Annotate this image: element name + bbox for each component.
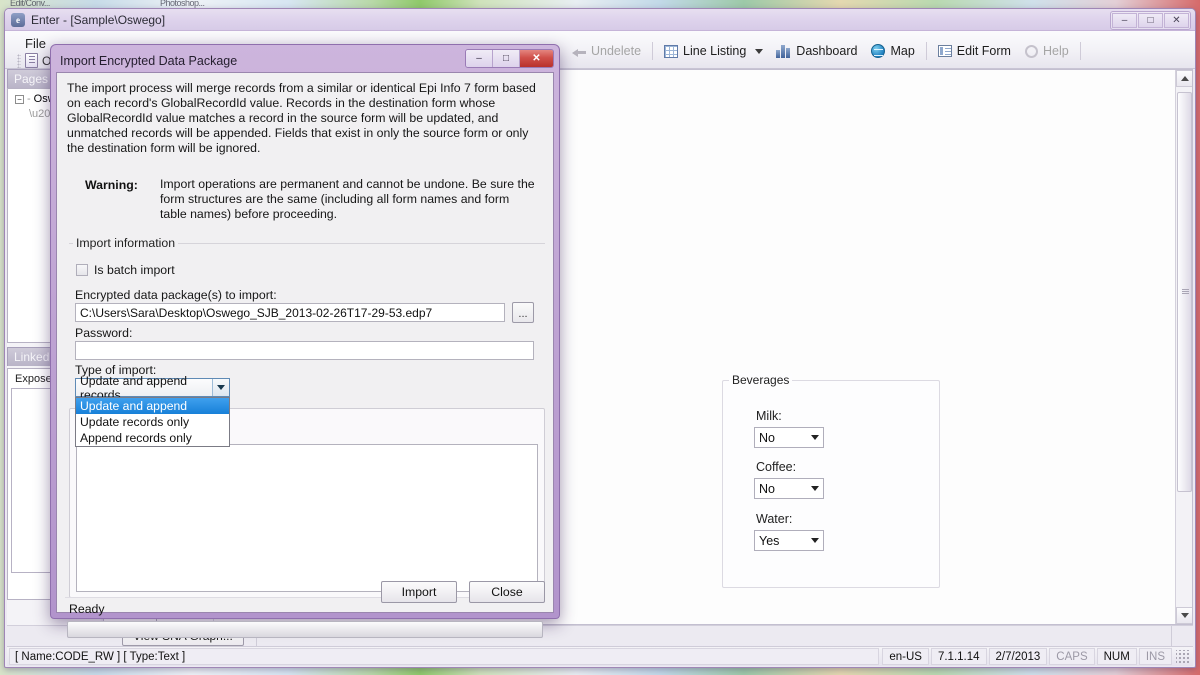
scrollbar-grip-icon bbox=[1182, 289, 1189, 295]
dropdown-option-1[interactable]: Update records only bbox=[76, 414, 229, 430]
toolbar-edit-form[interactable]: Edit Form bbox=[931, 41, 1018, 61]
toolbar-help[interactable]: Help bbox=[1018, 41, 1076, 61]
chevron-down-icon bbox=[811, 486, 819, 491]
dialog-status-text: Ready bbox=[69, 602, 105, 616]
dropdown-option-2[interactable]: Append records only bbox=[76, 430, 229, 446]
dialog-button-row: Import Close bbox=[381, 581, 545, 603]
dialog-window-controls: – □ ✕ bbox=[465, 49, 554, 68]
bottom-cell-2 bbox=[1171, 625, 1193, 646]
resize-grip-icon[interactable] bbox=[1176, 649, 1190, 664]
dialog-title: Import Encrypted Data Package bbox=[60, 54, 238, 68]
toolbar-map[interactable]: Map bbox=[864, 41, 921, 61]
drag-grip-icon bbox=[17, 53, 21, 68]
bar-chart-icon bbox=[776, 44, 791, 58]
toolbar-separator-2 bbox=[925, 42, 927, 60]
dialog-description: The import process will merge records fr… bbox=[67, 81, 536, 155]
combo-water-value: Yes bbox=[759, 533, 780, 548]
type-of-import-combobox[interactable]: Update and append records bbox=[75, 374, 230, 402]
toolbar-line-listing[interactable]: Line Listing bbox=[657, 41, 753, 61]
package-path-label: Encrypted data package(s) to import: bbox=[75, 288, 277, 302]
warning-label: Warning: bbox=[85, 178, 138, 192]
results-textbox[interactable] bbox=[76, 444, 538, 592]
status-ins: INS bbox=[1138, 648, 1172, 665]
password-input[interactable] bbox=[75, 341, 534, 360]
app-window-controls: – □ ✕ bbox=[1110, 11, 1191, 30]
status-field-info: [ Name:CODE_RW ] [ Type:Text ] bbox=[9, 648, 880, 665]
beverages-title: Beverages bbox=[729, 373, 793, 387]
chevron-down-icon[interactable] bbox=[212, 379, 229, 396]
scroll-up-button[interactable] bbox=[1176, 70, 1192, 87]
status-caps: CAPS bbox=[1049, 648, 1095, 665]
toolbar-map-label: Map bbox=[890, 44, 915, 58]
password-label: Password: bbox=[75, 326, 133, 340]
combo-coffee[interactable]: No bbox=[754, 478, 824, 499]
beverages-group: Beverages Milk: No Coffee: No Water: Yes bbox=[722, 373, 940, 588]
toolbar-undelete[interactable]: Undelete bbox=[565, 41, 648, 61]
chevron-down-icon[interactable] bbox=[755, 48, 764, 54]
app-window-title: Enter - [Sample\Oswego] bbox=[31, 12, 166, 27]
toolbar-separator-3 bbox=[1079, 42, 1081, 60]
dialog-maximize-button[interactable]: □ bbox=[493, 50, 520, 67]
help-icon bbox=[1024, 44, 1038, 58]
package-path-input[interactable]: C:\Users\Sara\Desktop\Oswego_SJB_2013-02… bbox=[75, 303, 505, 322]
import-encrypted-data-package-dialog: Import Encrypted Data Package – □ ✕ The … bbox=[50, 44, 560, 638]
app-title-bar: e Enter - [Sample\Oswego] – □ ✕ bbox=[5, 9, 1195, 31]
dialog-title-bar: Import Encrypted Data Package – □ ✕ bbox=[56, 49, 554, 72]
label-milk: Milk: bbox=[756, 409, 782, 423]
status-num: NUM bbox=[1096, 648, 1137, 665]
caret-down-icon bbox=[1180, 613, 1189, 618]
is-batch-import-checkbox[interactable]: Is batch import bbox=[76, 263, 175, 277]
label-coffee: Coffee: bbox=[756, 460, 797, 474]
scroll-down-button[interactable] bbox=[1176, 607, 1192, 624]
globe-icon bbox=[871, 44, 886, 58]
toolbar-dashboard-label: Dashboard bbox=[796, 44, 858, 58]
taskbar-item-1[interactable]: Photoshop... bbox=[160, 0, 205, 8]
tree-connector: - bbox=[27, 93, 31, 105]
chevron-down-icon bbox=[811, 435, 819, 440]
dropdown-option-0[interactable]: Update and append records bbox=[76, 398, 229, 427]
status-locale: en-US bbox=[882, 648, 929, 665]
open-file-icon bbox=[25, 53, 38, 68]
dialog-close-action-button[interactable]: Close bbox=[469, 581, 545, 603]
type-of-import-dropdown-list[interactable]: Update and append records Update records… bbox=[75, 397, 230, 447]
undelete-icon bbox=[572, 45, 586, 57]
taskbar-item-0[interactable]: Edit/Conv... bbox=[10, 0, 50, 8]
app-maximize-button[interactable]: □ bbox=[1138, 13, 1163, 28]
toolbar-actions: Undelete Line Listing Dashboard Map Edit… bbox=[565, 39, 1189, 63]
import-information-title: Import information bbox=[73, 236, 179, 250]
combo-coffee-value: No bbox=[759, 481, 775, 496]
combo-milk[interactable]: No bbox=[754, 427, 824, 448]
combo-milk-value: No bbox=[759, 430, 775, 445]
warning-text: Import operations are permanent and cann… bbox=[160, 177, 535, 221]
form-vertical-scrollbar[interactable] bbox=[1175, 70, 1192, 624]
is-batch-import-label: Is batch import bbox=[94, 263, 175, 277]
toolbar-dashboard[interactable]: Dashboard bbox=[769, 41, 864, 61]
dialog-minimize-button[interactable]: – bbox=[466, 50, 493, 67]
import-button[interactable]: Import bbox=[381, 581, 457, 603]
chevron-down-icon bbox=[811, 538, 819, 543]
combo-water[interactable]: Yes bbox=[754, 530, 824, 551]
dialog-body: The import process will merge records fr… bbox=[56, 72, 554, 638]
import-progress-bar bbox=[67, 621, 543, 638]
toolbar-edit-form-label: Edit Form bbox=[956, 44, 1011, 58]
status-date: 2/7/2013 bbox=[988, 648, 1048, 665]
app-minimize-button[interactable]: – bbox=[1112, 13, 1137, 28]
status-bar: [ Name:CODE_RW ] [ Type:Text ] en-US 7.1… bbox=[7, 646, 1193, 666]
caret-up-icon bbox=[1180, 76, 1189, 81]
toolbar-help-label: Help bbox=[1042, 44, 1069, 58]
dialog-close-button[interactable]: ✕ bbox=[520, 50, 553, 67]
toolbar-undelete-label: Undelete bbox=[591, 44, 642, 58]
tree-expander-icon[interactable]: − bbox=[15, 94, 24, 104]
toolbar-line-listing-label: Line Listing bbox=[683, 44, 747, 58]
checkbox-box-icon[interactable] bbox=[76, 264, 88, 276]
browse-button[interactable]: ... bbox=[512, 302, 534, 323]
status-version: 7.1.1.14 bbox=[930, 648, 987, 665]
label-water: Water: bbox=[756, 512, 793, 526]
app-icon: e bbox=[11, 12, 25, 27]
toolbar-separator bbox=[652, 42, 654, 60]
form-icon bbox=[937, 45, 952, 57]
grid-icon bbox=[664, 44, 679, 58]
scrollbar-thumb[interactable] bbox=[1177, 92, 1192, 492]
app-close-button[interactable]: ✕ bbox=[1164, 13, 1189, 28]
